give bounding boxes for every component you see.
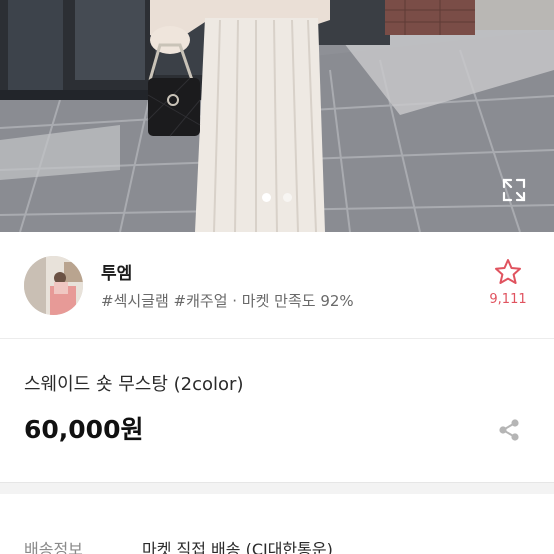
shop-info-row[interactable]: 투엠 #섹시글램 #캐주얼 · 마켓 만족도 92% 9,111 [0, 232, 554, 339]
shipping-info-row: 배송정보 마켓 직접 배송 (CJ대한통운) [0, 494, 554, 554]
carousel-indicator [0, 193, 554, 203]
share-icon [499, 419, 519, 441]
star-outline-icon [495, 259, 521, 284]
favorite-count: 9,111 [489, 292, 527, 307]
carousel-dot-active[interactable] [262, 193, 271, 202]
section-divider [0, 482, 554, 494]
shipping-value: 마켓 직접 배송 (CJ대한통운) [142, 540, 333, 554]
shop-avatar[interactable] [24, 256, 83, 315]
product-summary: 스웨이드 숏 무스탕 (2color) 60,000원 [0, 340, 554, 482]
carousel-dot[interactable] [283, 193, 292, 202]
product-image-carousel[interactable] [0, 0, 554, 232]
shop-avatar-image [24, 256, 83, 315]
product-title: 스웨이드 숏 무스탕 (2color) [24, 374, 244, 395]
shop-tags: #섹시글램 #캐주얼 · 마켓 만족도 92% [101, 292, 354, 310]
shipping-label: 배송정보 [24, 540, 83, 554]
expand-image-button[interactable] [496, 172, 532, 208]
shop-name[interactable]: 투엠 [101, 259, 132, 284]
expand-arrows-icon [502, 178, 526, 202]
product-price: 60,000원 [24, 415, 144, 444]
product-detail-page: 투엠 #섹시글램 #캐주얼 · 마켓 만족도 92% 9,111 스웨이드 숏 … [0, 0, 554, 554]
favorite-button[interactable]: 9,111 [480, 258, 536, 307]
share-button[interactable] [492, 413, 526, 447]
